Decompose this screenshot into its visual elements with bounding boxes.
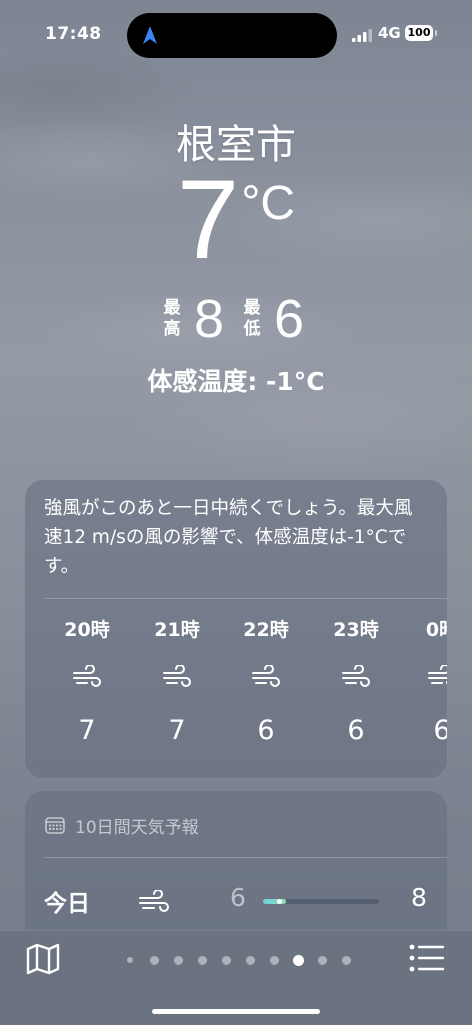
page-indicator[interactable] xyxy=(0,953,472,967)
wind-icon xyxy=(139,890,169,912)
status-time: 17:48 xyxy=(45,24,102,44)
bottom-toolbar xyxy=(0,930,472,1025)
page-dot-active[interactable] xyxy=(293,955,304,966)
weather-summary: 強風がこのあと一日中続くでしょう。最大風速12 m/sの風の影響で、体感温度は-… xyxy=(44,498,413,577)
calendar-icon xyxy=(45,817,65,834)
feels-like: 体感温度: -1°C xyxy=(147,367,325,396)
hour-time: 20時 xyxy=(64,619,110,641)
low-label: 最低 xyxy=(243,298,261,339)
page-dot[interactable] xyxy=(174,956,183,965)
hour-temp: 6 xyxy=(347,715,365,746)
forecast-low: 6 xyxy=(230,883,246,912)
dynamic-island xyxy=(127,13,337,58)
hourly-forecast-card[interactable]: 強風がこのあと一日中続くでしょう。最大風速12 m/sの風の影響で、体感温度は-… xyxy=(25,480,447,778)
location-arrow-icon xyxy=(143,26,157,44)
page-dot[interactable] xyxy=(270,956,279,965)
high-value: 8 xyxy=(193,289,224,349)
page-dot[interactable] xyxy=(198,956,207,965)
current-temperature: 7°C xyxy=(0,164,472,276)
forecast-header: 10日間天気予報 xyxy=(25,791,447,845)
network-type: 4G xyxy=(378,24,401,42)
hour-time: 22時 xyxy=(243,619,289,641)
wind-icon xyxy=(342,665,370,687)
temperature-range-fill xyxy=(263,899,286,904)
page-dot[interactable] xyxy=(246,956,255,965)
hour-temp: 6 xyxy=(433,715,447,746)
high-low: 最高 8 最低 6 xyxy=(0,292,472,346)
page-dot[interactable] xyxy=(342,956,351,965)
battery-indicator: 100 xyxy=(405,25,437,41)
page-dot[interactable] xyxy=(150,956,159,965)
hourly-list[interactable]: 20時 7 21時 7 22時 6 23時 6 0時 6 xyxy=(25,599,447,778)
page-dot[interactable] xyxy=(222,956,231,965)
wind-icon xyxy=(163,665,191,687)
high-label: 最高 xyxy=(163,298,181,339)
hour-time: 23時 xyxy=(333,619,379,641)
hour-time: 0時 xyxy=(425,619,447,641)
forecast-day: 今日 xyxy=(44,891,90,917)
current-temp-dot xyxy=(277,899,282,904)
page-dot[interactable] xyxy=(318,956,327,965)
list-icon[interactable] xyxy=(408,943,446,973)
page-dot[interactable] xyxy=(127,957,133,963)
hour-temp: 6 xyxy=(257,715,275,746)
hour-temp: 7 xyxy=(78,715,96,746)
hour-temp: 7 xyxy=(168,715,186,746)
cellular-signal-icon xyxy=(352,29,372,42)
temperature-unit: °C xyxy=(241,177,296,230)
wind-icon xyxy=(73,665,101,687)
home-indicator xyxy=(152,1009,320,1014)
temperature-range-bar xyxy=(263,899,379,904)
wind-icon xyxy=(428,665,447,685)
wind-icon xyxy=(252,665,280,687)
hour-time: 21時 xyxy=(154,619,200,641)
forecast-high: 8 xyxy=(411,883,427,912)
status-bar: 17:48 4G 100 xyxy=(0,0,472,70)
forecast-title: 10日間天気予報 xyxy=(75,817,199,838)
temperature-value: 7 xyxy=(176,157,240,282)
low-value: 6 xyxy=(274,289,305,349)
